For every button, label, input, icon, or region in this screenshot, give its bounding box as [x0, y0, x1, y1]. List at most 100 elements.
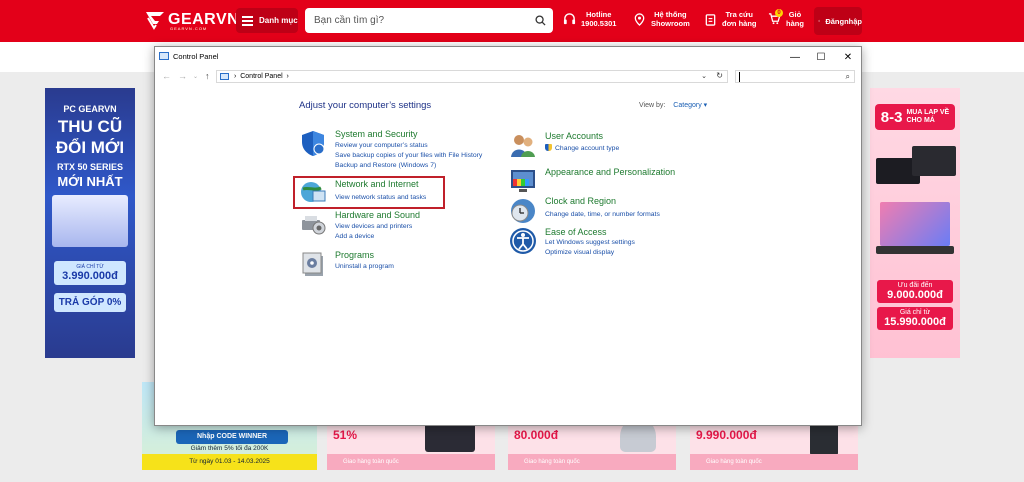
user-accounts-title[interactable]: User Accounts — [545, 131, 603, 141]
control-panel-search: ⌕ — [735, 70, 855, 83]
banner-right-box1-label: Ưu đãi đến — [897, 282, 933, 289]
uac-shield-icon — [545, 144, 552, 151]
banner-left-installment: TRẢ GÓP 0% — [54, 293, 126, 312]
banner-left-big1: THU CŨ — [57, 117, 123, 136]
user-icon — [818, 20, 821, 23]
hotline-number: 1900.5301 — [581, 19, 617, 28]
close-button[interactable]: ✕ — [834, 47, 862, 67]
banner-right-box2-value: 15.990.000đ — [884, 316, 946, 328]
hardware-sound-link-1[interactable]: View devices and printers — [335, 223, 412, 230]
highlight-box — [293, 176, 445, 209]
system-security-link-1[interactable]: Review your computer’s status — [335, 142, 428, 149]
order-line2: đơn hàng — [722, 19, 757, 28]
showroom-line1: Hệ thống — [654, 10, 687, 19]
system-security-link-2[interactable]: Save backup copies of your files with Fi… — [335, 152, 482, 159]
order-line1: Tra cứu — [725, 10, 754, 19]
logo-text: GEARVN — [168, 11, 240, 28]
clock-globe-icon — [511, 199, 535, 223]
hardware-sound-title[interactable]: Hardware and Sound — [335, 210, 420, 220]
promo-banner-right[interactable]: 8-3 MUA LAP VỀ CHO MÁ Ưu đãi đến 9.000.00… — [870, 88, 960, 358]
headset-icon — [563, 12, 576, 24]
banner-left-line3: RTX 50 SERIES — [56, 162, 124, 172]
programs-title[interactable]: Programs — [335, 250, 374, 260]
back-arrow-icon[interactable]: ← — [162, 71, 171, 81]
bottom-banner-3-price: 80.000đ — [514, 428, 559, 442]
banner-right-box2-label: Giá chỉ từ — [899, 309, 931, 316]
cart-line1: Giỏ — [788, 10, 802, 19]
address-box[interactable]: › Control Panel › ⌄ ↻ — [216, 70, 728, 83]
order-lookup-link[interactable]: Tra cứu đơn hàng — [704, 10, 757, 28]
site-header: GEARVN GEARVN.COM Danh mục Hotline1900.5… — [0, 0, 1024, 42]
up-arrow-icon[interactable]: ↑ — [205, 71, 210, 81]
login-line1: Đăng — [825, 16, 845, 26]
site-search-input[interactable] — [314, 13, 524, 28]
clock-region-title[interactable]: Clock and Region — [545, 196, 616, 206]
banner-left-big2: ĐỔI MỚI — [55, 138, 125, 157]
banner-right-sm1: MUA LAP VỀ — [906, 109, 950, 116]
banner-right-box1: Ưu đãi đến 9.000.000đ — [877, 280, 953, 303]
location-pin-icon — [634, 12, 645, 26]
pc-product-image — [52, 195, 128, 247]
ease-of-access-link-1[interactable]: Let Windows suggest settings — [545, 239, 635, 246]
category-menu-button[interactable]: Danh mục — [236, 8, 298, 33]
view-by-value: Category — [673, 102, 702, 109]
ease-of-access-title[interactable]: Ease of Access — [545, 227, 607, 237]
showroom-line2: Showroom — [651, 19, 690, 28]
control-panel-window: Control Panel — ☐ ✕ ← → ⌄ ↑ › Control Pa… — [154, 46, 862, 426]
address-dropdown-icon[interactable]: ⌄ — [701, 72, 707, 80]
appearance-title[interactable]: Appearance and Personalization — [545, 167, 675, 177]
gearvn-logo-icon — [146, 12, 164, 30]
cart-count-badge: 0 — [775, 8, 783, 17]
banner-left-line4: MỚI NHẤT — [57, 174, 123, 189]
hamburger-icon — [242, 16, 253, 26]
user-accounts-link-1-text: Change account type — [555, 145, 620, 152]
gearvn-logo[interactable]: GEARVN GEARVN.COM — [144, 10, 240, 31]
appearance-icon — [511, 170, 535, 192]
forward-arrow-icon[interactable]: → — [178, 71, 187, 81]
search-icon[interactable]: ⌕ — [846, 72, 850, 82]
user-accounts-icon — [511, 135, 535, 157]
minimize-button[interactable]: — — [781, 47, 809, 67]
breadcrumb-control-panel[interactable]: Control Panel — [240, 73, 282, 80]
system-security-link-3[interactable]: Backup and Restore (Windows 7) — [335, 162, 436, 169]
hotline[interactable]: Hotline 1900.5301 — [563, 10, 616, 28]
bottom-banner-1-line: Giảm thêm 5% tối đa 200K — [190, 445, 269, 452]
bottom-banner-2-price: 51% — [333, 428, 358, 442]
hardware-sound-link-2[interactable]: Add a device — [335, 233, 374, 240]
login-line2: nhập — [844, 16, 862, 26]
showroom-link[interactable]: Hệ thống Showroom — [633, 10, 690, 28]
system-security-title[interactable]: System and Security — [335, 129, 418, 139]
view-by-dropdown[interactable]: Category ▾ — [673, 102, 707, 109]
search-icon[interactable] — [535, 15, 546, 26]
breadcrumb[interactable]: › Control Panel › — [234, 73, 289, 80]
cart-line2: hàng — [786, 19, 804, 28]
bottom-banner-1-date: Từ ngày 01.03 - 14.03.2025 — [142, 454, 317, 470]
banner-right-header: 8-3 MUA LAP VỀ CHO MÁ — [875, 104, 955, 130]
address-bar: ← → ⌄ ↑ › Control Panel › ⌄ ↻ ⌕ — [155, 69, 861, 84]
maximize-button[interactable]: ☐ — [807, 47, 835, 67]
recent-dropdown-icon[interactable]: ⌄ — [193, 73, 198, 80]
control-panel-small-icon — [220, 73, 229, 80]
window-titlebar[interactable]: Control Panel — ☐ ✕ — [155, 47, 861, 67]
user-accounts-link-1[interactable]: Change account type — [545, 144, 619, 152]
bottom-banner-2-ship: Giao hàng toàn quốc — [327, 454, 495, 470]
printer-speaker-icon — [302, 216, 326, 235]
banner-left-price: 3.990.000đ — [62, 270, 118, 282]
control-panel-search-input[interactable] — [739, 72, 839, 82]
banner-left-title: PC GEARVN — [63, 104, 117, 114]
programs-link-1[interactable]: Uninstall a program — [335, 263, 394, 270]
clock-region-link-1[interactable]: Change date, time, or number formats — [545, 211, 660, 218]
promo-banner-left[interactable]: PC GEARVN THU CŨ ĐỔI MỚI RTX 50 SERIES M… — [45, 88, 135, 358]
ease-of-access-link-2[interactable]: Optimize visual display — [545, 249, 614, 256]
shield-icon — [302, 131, 325, 156]
banner-right-box1-value: 9.000.000đ — [887, 289, 943, 301]
accessibility-icon — [510, 228, 536, 254]
bottom-banner-1-code: Nhập CODE WINNER — [176, 430, 288, 444]
logo-subtext: GEARVN.COM — [170, 26, 208, 31]
cart-link[interactable]: 0 Giỏ hàng — [768, 8, 804, 28]
refresh-icon[interactable]: ↻ — [716, 71, 723, 80]
login-button[interactable]: Đăngnhập — [814, 7, 862, 35]
programs-icon — [302, 252, 323, 276]
view-by: View by: Category ▾ — [639, 101, 707, 109]
banner-left-price-box: GIÁ CHỈ TỪ 3.990.000đ — [54, 261, 126, 285]
